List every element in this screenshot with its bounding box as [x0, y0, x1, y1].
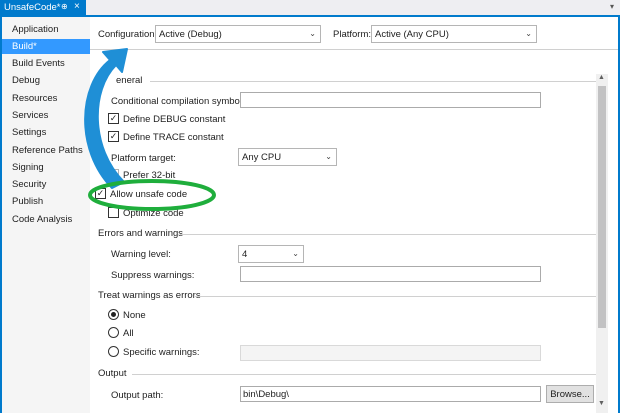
- platform-target-value: Any CPU: [242, 152, 282, 163]
- sidebar-item-security[interactable]: Security: [2, 177, 90, 192]
- scroll-up-icon[interactable]: ▲: [598, 74, 605, 81]
- sidebar-item-application[interactable]: Application: [2, 22, 90, 37]
- document-tab[interactable]: UnsafeCode* ⊕ ×: [0, 0, 86, 15]
- output-path-input[interactable]: bin\Debug\: [240, 386, 541, 402]
- document-tab-strip: UnsafeCode* ⊕ × ▾: [0, 0, 620, 17]
- sidebar-item-build[interactable]: Build*: [2, 39, 90, 54]
- sidebar-item-build-events[interactable]: Build Events: [2, 56, 90, 71]
- platform-target-select[interactable]: Any CPU ⌄: [238, 148, 337, 166]
- section-divider: [150, 81, 596, 82]
- sidebar-item-services[interactable]: Services: [2, 108, 90, 123]
- suppress-warnings-input[interactable]: [240, 266, 541, 282]
- configuration-label: Configuration:: [98, 29, 158, 40]
- platform-label: Platform:: [333, 29, 372, 40]
- sidebar-item-settings[interactable]: Settings: [2, 125, 90, 140]
- define-debug-label: Define DEBUG constant: [123, 114, 226, 125]
- conditional-symbols-input[interactable]: [240, 92, 541, 108]
- browse-button[interactable]: Browse...: [546, 385, 594, 403]
- sidebar-item-publish[interactable]: Publish: [2, 194, 90, 209]
- specific-warnings-input: [240, 345, 541, 361]
- output-path-label: Output path:: [111, 390, 164, 401]
- platform-value: Active (Any CPU): [375, 29, 449, 40]
- close-icon[interactable]: ×: [74, 1, 80, 12]
- output-section-header: Output: [98, 368, 127, 379]
- treat-none-radio[interactable]: [108, 309, 119, 320]
- document-tab-title: UnsafeCode*: [4, 2, 61, 13]
- property-pages-sidebar: Application Build* Build Events Debug Re…: [2, 17, 90, 413]
- treat-all-radio[interactable]: [108, 327, 119, 338]
- sidebar-item-resources[interactable]: Resources: [2, 91, 90, 106]
- sidebar-item-debug[interactable]: Debug: [2, 73, 90, 88]
- warning-level-value: 4: [242, 249, 248, 260]
- define-trace-label: Define TRACE constant: [123, 132, 224, 143]
- chevron-down-icon: ⌄: [292, 249, 299, 258]
- chevron-down-icon: ⌄: [525, 29, 532, 38]
- prefer-32-bit-checkbox[interactable]: [108, 169, 119, 180]
- configuration-value: Active (Debug): [159, 29, 222, 40]
- chevron-down-icon: ⌄: [325, 152, 332, 161]
- tab-overflow-icon[interactable]: ▾: [610, 2, 614, 11]
- allow-unsafe-code-checkbox[interactable]: ✓: [95, 188, 106, 199]
- vertical-scrollbar[interactable]: ▲ ▼: [596, 74, 608, 413]
- sidebar-item-signing[interactable]: Signing: [2, 160, 90, 175]
- treat-none-label: None: [123, 310, 146, 321]
- define-debug-checkbox[interactable]: ✓: [108, 113, 119, 124]
- configuration-select[interactable]: Active (Debug) ⌄: [155, 25, 321, 43]
- scroll-thumb[interactable]: [598, 86, 606, 328]
- define-trace-checkbox[interactable]: ✓: [108, 131, 119, 142]
- section-divider: [195, 296, 596, 297]
- scroll-down-icon[interactable]: ▼: [598, 400, 605, 407]
- warning-level-label: Warning level:: [111, 249, 171, 260]
- pin-icon[interactable]: ⊕: [61, 2, 68, 11]
- optimize-code-checkbox[interactable]: [108, 207, 119, 218]
- general-section-header: eneral: [116, 75, 143, 86]
- section-divider: [132, 374, 596, 375]
- warning-level-select[interactable]: 4 ⌄: [238, 245, 304, 263]
- section-divider: [180, 234, 596, 235]
- allow-unsafe-code-label: Allow unsafe code: [110, 189, 188, 200]
- treat-specific-radio[interactable]: [108, 346, 119, 357]
- treat-all-label: All: [123, 328, 134, 339]
- sidebar-item-reference-paths[interactable]: Reference Paths: [2, 143, 90, 158]
- sidebar-item-code-analysis[interactable]: Code Analysis: [2, 212, 90, 227]
- treat-warnings-section-header: Treat warnings as errors: [98, 290, 201, 301]
- platform-select[interactable]: Active (Any CPU) ⌄: [371, 25, 537, 43]
- conditional-symbols-label: Conditional compilation symbols:: [111, 96, 250, 107]
- treat-specific-label: Specific warnings:: [123, 347, 200, 358]
- build-settings-panel: eneral Conditional compilation symbols: …: [90, 50, 596, 413]
- chevron-down-icon: ⌄: [309, 29, 316, 38]
- suppress-warnings-label: Suppress warnings:: [111, 270, 195, 281]
- configuration-bar: Configuration: Active (Debug) ⌄ Platform…: [90, 17, 618, 50]
- errors-section-header: Errors and warnings: [98, 228, 184, 239]
- prefer-32-bit-label: Prefer 32-bit: [123, 170, 176, 181]
- optimize-code-label: Optimize code: [123, 208, 184, 219]
- platform-target-label: Platform target:: [111, 153, 176, 164]
